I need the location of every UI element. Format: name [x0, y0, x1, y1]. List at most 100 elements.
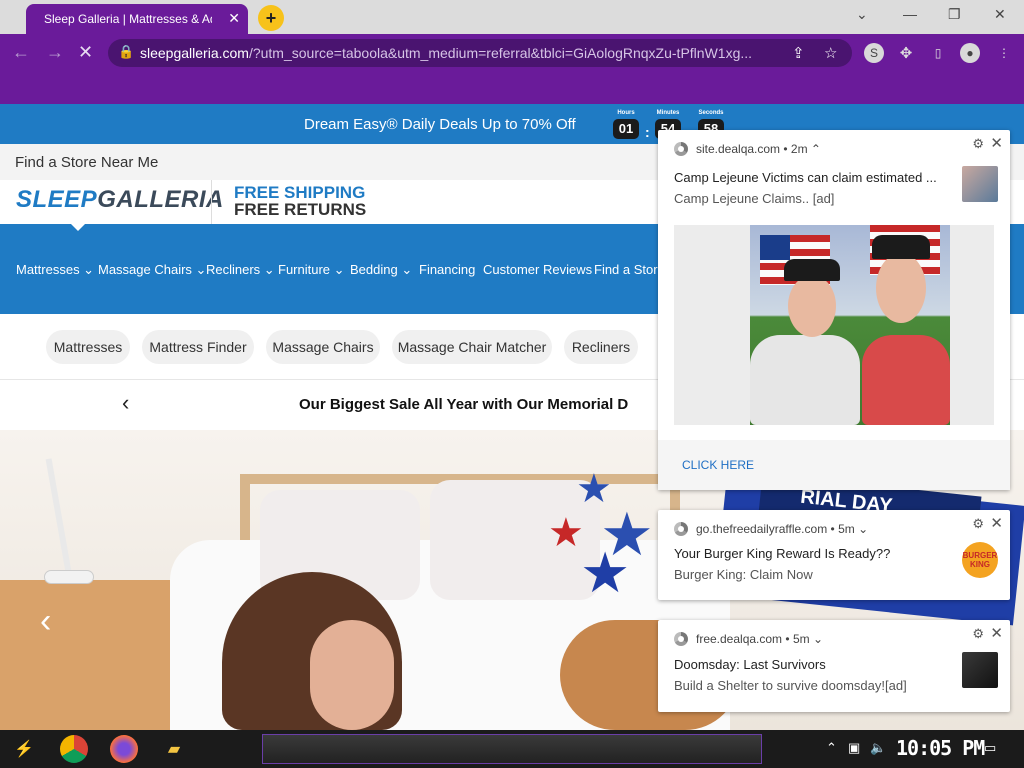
person-face	[310, 620, 394, 730]
bookmark-star-icon[interactable]: ☆	[824, 44, 837, 62]
extension-s-icon[interactable]: S	[864, 43, 884, 63]
notification-title: Doomsday: Last Survivors	[674, 657, 826, 672]
side-panel-icon[interactable]: ▯	[928, 43, 948, 63]
settings-gear-icon[interactable]: ⚙	[972, 136, 984, 152]
star-icon: ★	[580, 541, 631, 604]
action-center-icon[interactable]: ▭	[984, 740, 996, 756]
pill-massage-chairs[interactable]: Massage Chairs	[266, 330, 380, 364]
stop-loading-icon[interactable]: ✕	[78, 42, 93, 63]
pill-massage-chair-matcher[interactable]: Massage Chair Matcher	[392, 330, 552, 364]
notification-thumbnail	[962, 166, 998, 202]
url-path: /?utm_source=taboola&utm_medium=referral…	[248, 45, 753, 61]
man-right-head	[876, 253, 926, 323]
carousel-prev-icon[interactable]: ‹	[40, 602, 51, 641]
notification-body: Build a Shelter to survive doomsday![ad]	[674, 678, 907, 693]
notification-card[interactable]: site.dealqa.com • 2m ⌃ ⚙ ✕ Camp Lejeune …	[658, 130, 1010, 490]
network-icon[interactable]: ▣	[848, 740, 860, 756]
site-logo[interactable]: SLEEPGALLERIA	[16, 186, 224, 214]
lock-icon[interactable]: 🔒	[118, 44, 134, 60]
close-window-icon[interactable]: ✕	[994, 6, 1006, 23]
countdown-label: Seconds	[698, 110, 724, 116]
minimize-icon[interactable]: —	[903, 6, 917, 22]
burger-king-logo: BURGER KING	[962, 542, 998, 578]
pill-recliners[interactable]: Recliners	[564, 330, 638, 364]
pill-mattress-finder[interactable]: Mattress Finder	[142, 330, 254, 364]
tab-search-icon[interactable]: ⌄	[856, 6, 868, 23]
browser-toolbar: ← → ✕ 🔒 sleepgalleria.com/?utm_source=ta…	[0, 34, 1024, 72]
extensions-puzzle-icon[interactable]: ✥	[896, 43, 916, 63]
address-bar[interactable]: 🔒 sleepgalleria.com/?utm_source=taboola&…	[108, 39, 852, 67]
notification-header: free.dealqa.com • 5m ⌄	[674, 630, 823, 648]
man-right-shirt	[862, 335, 950, 425]
notification-card[interactable]: free.dealqa.com • 5m ⌄ ⚙ ✕ Doomsday: Las…	[658, 620, 1010, 712]
nav-caret	[70, 223, 86, 231]
toolbar-extension-area	[0, 72, 1024, 104]
browser-tab[interactable]: Sleep Galleria | Mattresses & Adjustable…	[26, 4, 248, 34]
close-icon[interactable]: ✕	[990, 624, 1003, 642]
nav-financing[interactable]: Financing	[419, 262, 475, 277]
nav-massage-chairs[interactable]: Massage Chairs ⌄	[98, 262, 206, 278]
click-here-button[interactable]: CLICK HERE	[682, 458, 754, 472]
menu-kebab-icon[interactable]: ⋮	[994, 43, 1014, 63]
chrome-icon	[674, 142, 688, 156]
settings-gear-icon[interactable]: ⚙	[972, 626, 984, 642]
url-host: sleepgalleria.com	[140, 45, 249, 61]
chrome-app-icon[interactable]	[60, 735, 88, 763]
nav-find-a-store[interactable]: Find a Store	[594, 262, 665, 277]
countdown-label: Minutes	[656, 110, 680, 116]
taskbar-decor-band	[262, 734, 762, 764]
back-icon[interactable]: ←	[12, 42, 30, 63]
notification-time: • 5m ⌄	[785, 632, 823, 646]
new-tab-button[interactable]: +	[258, 5, 284, 31]
notification-title: Your Burger King Reward Is Ready??	[674, 546, 891, 561]
logo-part-galleria: GALLERIA	[97, 186, 224, 213]
cap-icon	[784, 259, 840, 281]
settings-gear-icon[interactable]: ⚙	[972, 516, 984, 532]
volume-icon[interactable]: 🔈	[870, 740, 886, 756]
sale-text: Our Biggest Sale All Year with Our Memor…	[299, 396, 629, 413]
forward-icon[interactable]: →	[46, 42, 64, 63]
browser-tab-strip: Sleep Galleria | Mattresses & Adjustable…	[0, 0, 1024, 34]
nav-customer-reviews[interactable]: Customer Reviews	[483, 262, 592, 277]
taskbar: ⚡ ▰ ⌃ ▣ 🔈 10:05 PM ▭	[0, 730, 1024, 768]
countdown-separator: :	[645, 124, 650, 140]
lamp-base	[44, 570, 94, 584]
notification-body: Burger King: Claim Now	[674, 567, 813, 582]
taskbar-clock[interactable]: 10:05 PM	[896, 736, 985, 760]
find-store-link[interactable]: Find a Store Near Me	[15, 154, 158, 171]
notification-header: go.thefreedailyraffle.com • 5m ⌄	[674, 520, 868, 538]
promo-text: Dream Easy® Daily Deals Up to 70% Off	[304, 116, 576, 133]
notification-footer: CLICK HERE	[658, 440, 1010, 490]
close-icon[interactable]: ✕	[990, 514, 1003, 532]
veterans-photo	[750, 225, 950, 425]
start-button-icon[interactable]: ⚡	[10, 735, 38, 763]
countdown-label: Hours	[617, 110, 635, 116]
flag-canton	[760, 235, 790, 260]
firefox-app-icon[interactable]	[110, 735, 138, 763]
close-icon[interactable]: ✕	[990, 134, 1003, 152]
share-icon[interactable]: ⇪	[792, 44, 805, 62]
logo-part-sleep: SLEEP	[16, 186, 98, 213]
nightstand	[0, 580, 185, 730]
doomsday-thumbnail	[962, 652, 998, 688]
countdown-hours: Hours 01	[613, 110, 639, 139]
tray-chevron-icon[interactable]: ⌃	[826, 740, 837, 756]
nav-furniture[interactable]: Furniture ⌄	[278, 262, 345, 278]
notification-card[interactable]: go.thefreedailyraffle.com • 5m ⌄ ⚙ ✕ You…	[658, 510, 1010, 600]
notification-body: Camp Lejeune Claims.. [ad]	[674, 191, 835, 206]
notification-source: site.dealqa.com	[696, 142, 781, 156]
tab-close-icon[interactable]: ✕	[228, 10, 240, 27]
restore-icon[interactable]: ❐	[948, 6, 961, 23]
chevron-left-icon[interactable]: ‹	[122, 390, 129, 416]
chrome-icon	[674, 632, 688, 646]
pill-mattresses[interactable]: Mattresses	[46, 330, 130, 364]
nav-recliners[interactable]: Recliners ⌄	[206, 262, 275, 278]
profile-avatar-icon[interactable]: ●	[960, 43, 980, 63]
nav-mattresses[interactable]: Mattresses ⌄	[16, 262, 94, 278]
file-explorer-icon[interactable]: ▰	[160, 735, 188, 763]
man-left-head	[788, 275, 836, 337]
tab-title: Sleep Galleria | Mattresses & Adjustable…	[44, 12, 212, 26]
cap-icon	[872, 235, 930, 259]
divider	[211, 180, 212, 224]
nav-bedding[interactable]: Bedding ⌄	[350, 262, 412, 278]
